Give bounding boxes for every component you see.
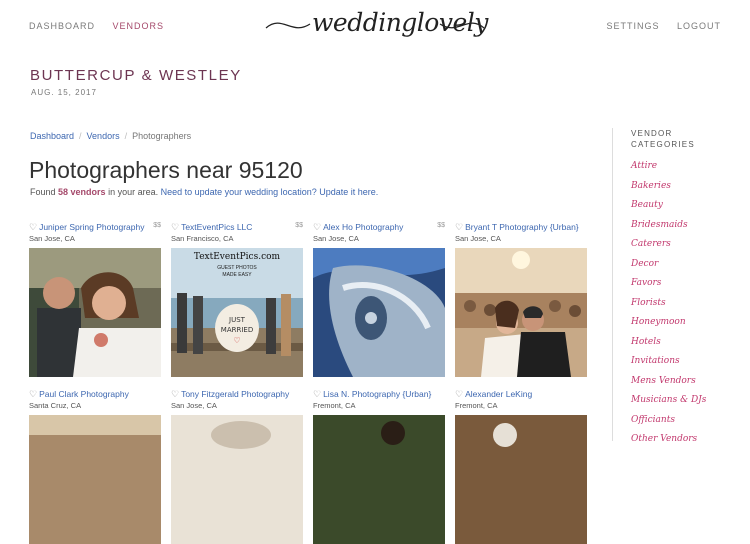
category-other-vendors[interactable]: Other Vendors xyxy=(631,430,750,450)
wedding-date: Aug. 15, 2017 xyxy=(31,88,97,97)
breadcrumb-dashboard[interactable]: Dashboard xyxy=(30,131,74,141)
photo-brand-text: TextEventPics.com xyxy=(194,252,281,262)
vendor-categories-sidebar: Vendor Categories Attire Bakeries Beauty… xyxy=(612,128,750,444)
category-honeymoon[interactable]: Honeymoon xyxy=(631,313,750,333)
vendor-card[interactable]: ♡ Alexander LeKing Fremont, CA xyxy=(455,389,587,544)
sign-text-2: MARRIED xyxy=(221,326,253,334)
page-title: Photographers near 95120 xyxy=(29,157,303,183)
heart-icon[interactable]: ♡ xyxy=(29,389,37,399)
vendor-photo[interactable]: TextEventPics.com GUEST PHOTOS MADE EASY… xyxy=(171,248,303,377)
nav-settings-link[interactable]: Settings xyxy=(606,21,659,31)
category-beauty[interactable]: Beauty xyxy=(631,196,750,216)
vendor-card[interactable]: ♡ Alex Ho Photography $$ San Jose, CA xyxy=(313,222,445,377)
found-suffix: in your area. xyxy=(105,187,161,197)
heart-icon[interactable]: ♡ xyxy=(171,222,179,232)
vendor-location: San Jose, CA xyxy=(313,234,359,243)
update-location-link[interactable]: Need to update your wedding location? Up… xyxy=(161,187,379,197)
category-invitations[interactable]: Invitations xyxy=(631,352,750,372)
vendor-location: Fremont, CA xyxy=(313,401,356,410)
category-hotels[interactable]: Hotels xyxy=(631,333,750,353)
category-bakeries[interactable]: Bakeries xyxy=(631,177,750,197)
nav-right: Settings Logout xyxy=(592,21,721,31)
category-florists[interactable]: Florists xyxy=(631,294,750,314)
vendor-name[interactable]: Tony Fitzgerald Photography xyxy=(181,389,289,399)
vendor-card[interactable]: ♡ Tony Fitzgerald Photography San Jose, C… xyxy=(171,389,303,544)
heart-doodle: ♡ xyxy=(233,336,240,345)
sign-text-1: JUST xyxy=(228,316,246,324)
vendor-photo[interactable] xyxy=(29,415,161,544)
price-level: $$ xyxy=(153,222,161,229)
vendor-location: San Francisco, CA xyxy=(171,234,234,243)
category-caterers[interactable]: Caterers xyxy=(631,235,750,255)
category-list: Attire Bakeries Beauty Bridesmaids Cater… xyxy=(631,157,750,450)
category-bridesmaids[interactable]: Bridesmaids xyxy=(631,216,750,236)
vendor-photo[interactable] xyxy=(29,248,161,377)
vendor-card[interactable]: ♡ Bryant T Photography {Urban} San Jose, … xyxy=(455,222,587,377)
category-favors[interactable]: Favors xyxy=(631,274,750,294)
heart-icon[interactable]: ♡ xyxy=(455,222,463,232)
category-decor[interactable]: Decor xyxy=(631,255,750,275)
couple-names: Buttercup & Westley xyxy=(30,67,242,84)
heart-icon[interactable]: ♡ xyxy=(313,222,321,232)
photo-tagline-1: GUEST PHOTOS xyxy=(217,265,257,271)
vendor-photo[interactable] xyxy=(455,415,587,544)
vendor-location: San Jose, CA xyxy=(29,234,75,243)
found-count: 58 vendors xyxy=(58,187,106,197)
vendor-photo[interactable] xyxy=(171,415,303,544)
breadcrumb-separator: / xyxy=(79,131,82,141)
vendor-card[interactable]: ♡ Paul Clark Photography Santa Cruz, CA xyxy=(29,389,161,544)
vendor-name[interactable]: Juniper Spring Photography xyxy=(39,222,144,232)
price-level: $$ xyxy=(437,222,445,229)
vendor-card[interactable]: ♡ Juniper Spring Photography $$ San Jose, … xyxy=(29,222,161,377)
breadcrumb: Dashboard / Vendors / Photographers xyxy=(30,131,191,141)
nav-logout-link[interactable]: Logout xyxy=(677,21,721,31)
logo-text[interactable]: weddinglovely xyxy=(312,8,488,37)
photo-tagline-2: MADE EASY xyxy=(222,272,252,278)
heart-icon[interactable]: ♡ xyxy=(171,389,179,399)
breadcrumb-current: Photographers xyxy=(132,131,192,141)
category-officiants[interactable]: Officiants xyxy=(631,411,750,431)
sidebar-title-line2: Categories xyxy=(631,140,695,149)
price-level: $$ xyxy=(295,222,303,229)
vendor-location: San Jose, CA xyxy=(455,234,501,243)
vendor-location: San Jose, CA xyxy=(171,401,217,410)
vendor-location: Santa Cruz, CA xyxy=(29,401,82,410)
breadcrumb-separator: / xyxy=(124,131,128,141)
vendor-name[interactable]: Bryant T Photography {Urban} xyxy=(465,222,579,232)
results-summary: Found 58 vendors in your area. Need to u… xyxy=(30,187,378,197)
vendor-name[interactable]: Alexander LeKing xyxy=(465,389,532,399)
heart-icon[interactable]: ♡ xyxy=(29,222,37,232)
vendor-name[interactable]: Alex Ho Photography xyxy=(323,222,403,232)
vendor-card[interactable]: ♡ TextEventPics LLC $$ San Francisco, CA T… xyxy=(171,222,303,377)
heart-icon[interactable]: ♡ xyxy=(455,389,463,399)
vendor-card[interactable]: ♡ Lisa N. Photography {Urban} Fremont, CA xyxy=(313,389,445,544)
vendor-photo[interactable] xyxy=(313,415,445,544)
nav-left: Dashboard Vendors xyxy=(29,21,178,31)
vendor-photo[interactable] xyxy=(455,248,587,377)
vendor-name[interactable]: TextEventPics LLC xyxy=(181,222,252,232)
vendor-name[interactable]: Paul Clark Photography xyxy=(39,389,129,399)
breadcrumb-vendors[interactable]: Vendors xyxy=(87,131,120,141)
found-prefix: Found xyxy=(30,187,59,197)
vendor-location: Fremont, CA xyxy=(455,401,498,410)
vendor-photo[interactable] xyxy=(313,248,445,377)
nav-dashboard-link[interactable]: Dashboard xyxy=(29,21,95,31)
category-attire[interactable]: Attire xyxy=(631,157,750,177)
category-musicians-djs[interactable]: Musicians & DJs xyxy=(631,391,750,411)
vendor-name[interactable]: Lisa N. Photography {Urban} xyxy=(323,389,431,399)
sidebar-title-line1: Vendor xyxy=(631,129,673,138)
heart-icon[interactable]: ♡ xyxy=(313,389,321,399)
category-mens-vendors[interactable]: Mens Vendors xyxy=(631,372,750,392)
top-nav: Dashboard Vendors weddinglovely Settings… xyxy=(0,0,750,55)
nav-vendors-link[interactable]: Vendors xyxy=(113,21,165,31)
